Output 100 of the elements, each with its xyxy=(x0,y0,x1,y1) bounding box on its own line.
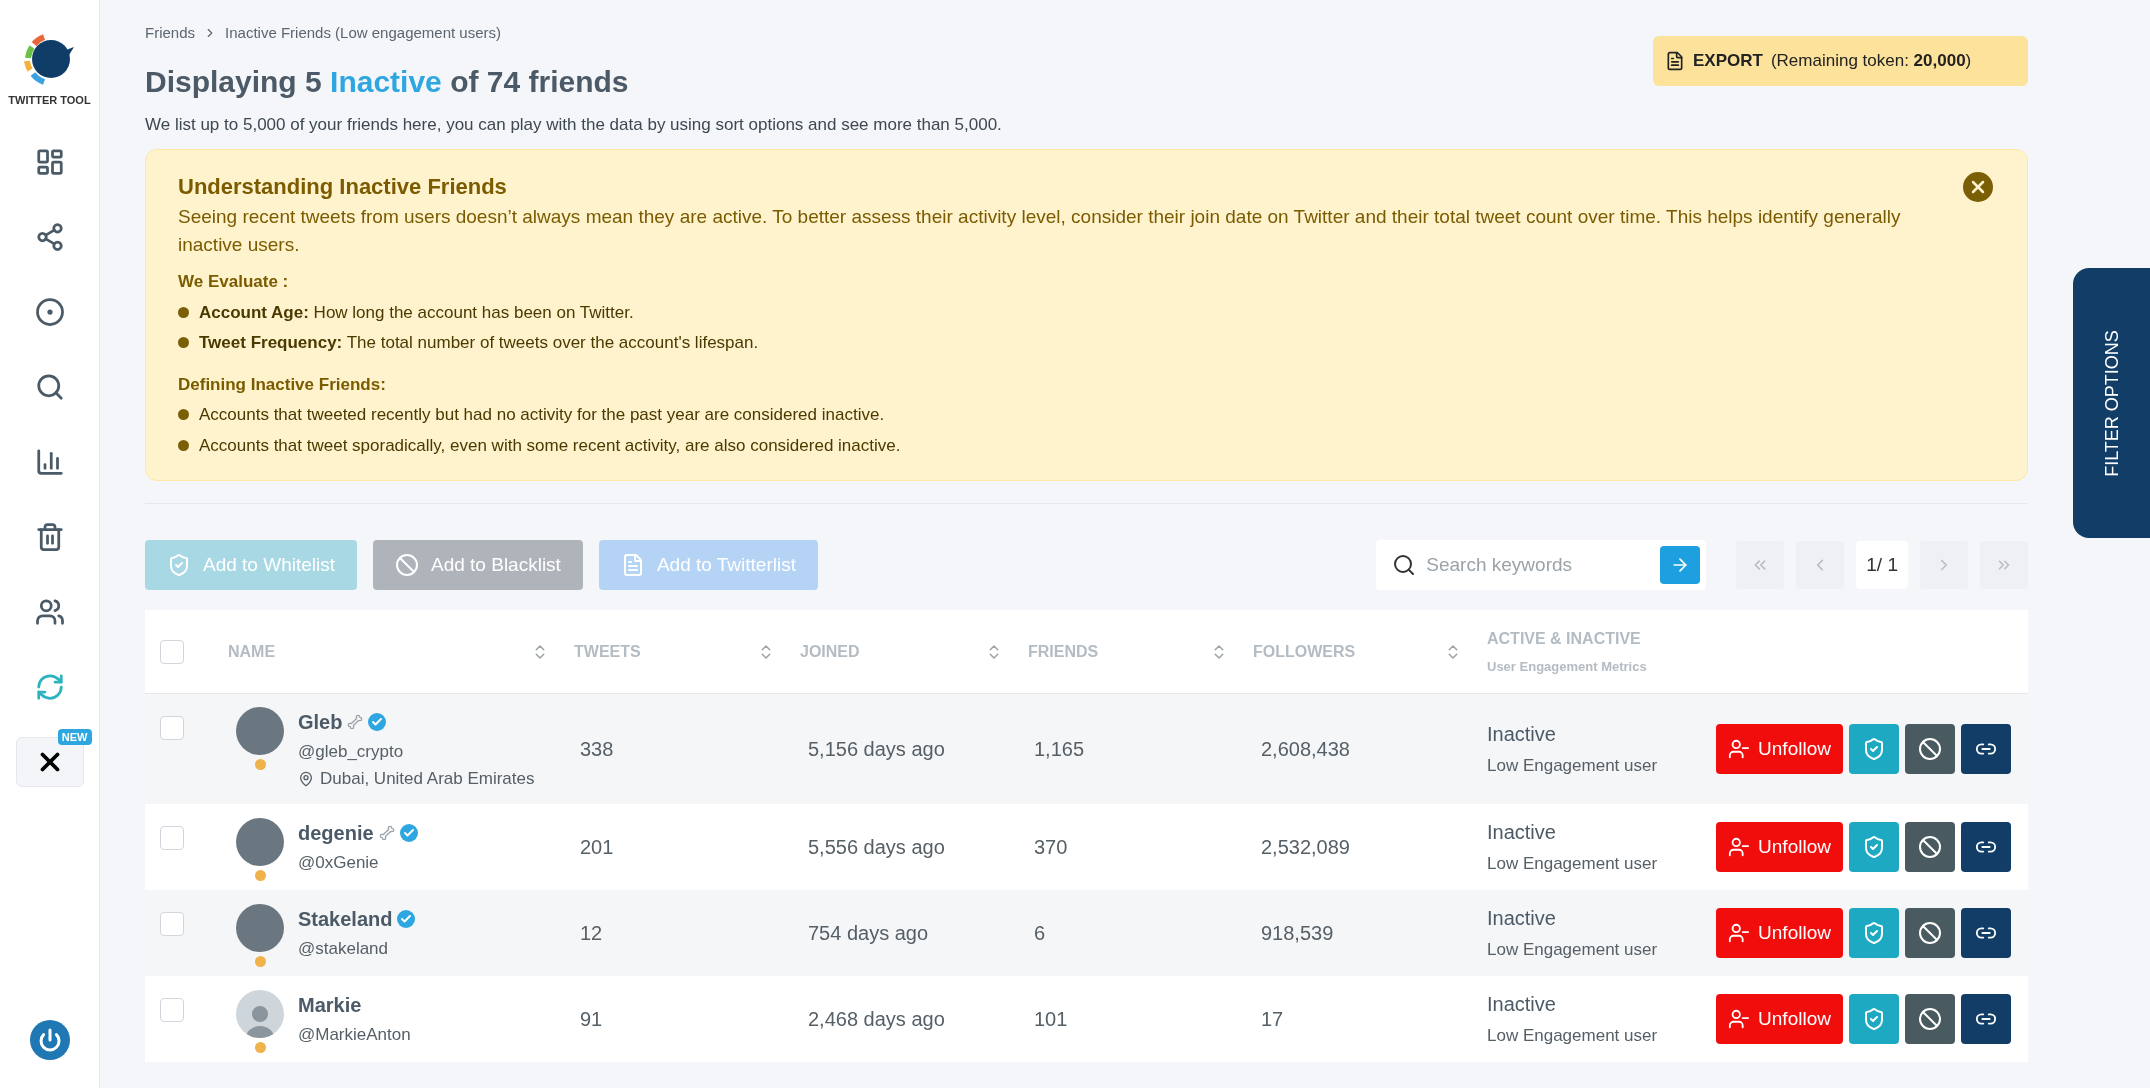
record-icon xyxy=(34,296,65,327)
row-checkbox[interactable] xyxy=(160,912,184,936)
page-indicator: 1/ 1 xyxy=(1856,541,1908,589)
shield-icon xyxy=(1862,835,1886,859)
bullet-text: Accounts that tweet sporadically, even with some recent activity, are also considered inactive. xyxy=(199,434,901,457)
user-handle: @gleb_crypto xyxy=(298,740,405,763)
network-icon xyxy=(34,221,65,252)
block-icon xyxy=(395,553,419,577)
followers-cell-text: 2,532,089 xyxy=(1260,835,1350,860)
joined-cell-text: 754 days ago xyxy=(807,921,929,946)
bullet-icon xyxy=(178,337,189,349)
search-input[interactable]: Search keywords xyxy=(1426,550,1651,580)
breadcrumb-link[interactable]: Friends xyxy=(145,22,196,45)
breadcrumb-current: Inactive Friends (Low engagement users) xyxy=(225,23,501,43)
blacklist-button[interactable] xyxy=(1905,994,1955,1044)
bullet-text: Accounts that tweeted recently but had no activity for the past year are considered inactive. xyxy=(199,404,885,426)
bullet-text: Tweet Frequency: The total number of tweets over the account's lifespan. xyxy=(199,332,759,354)
shield-icon xyxy=(1862,921,1886,945)
blacklist-button[interactable] xyxy=(1905,724,1955,774)
search-field[interactable]: Search keywords xyxy=(1376,540,1707,590)
export-button[interactable]: EXPORT (Remaining token: 20,000) xyxy=(1653,36,2028,86)
unfollow-button[interactable]: Unfollow xyxy=(1716,822,1843,872)
unfollow-button[interactable]: Unfollow xyxy=(1716,724,1843,774)
page-description: We list up to 5,000 of your friends here, you can play with the data by using sort options and see more than 5,000. xyxy=(145,113,1002,136)
user-minus-icon xyxy=(1728,922,1751,944)
tweets-cell-text: 338 xyxy=(579,737,614,762)
select-all-checkbox[interactable] xyxy=(160,639,184,664)
row-checkbox[interactable] xyxy=(160,826,184,850)
export-icon xyxy=(1665,51,1685,71)
followers-cell-text: 2,608,438 xyxy=(1260,737,1350,762)
search-submit-button[interactable] xyxy=(1660,546,1701,584)
bullet-icon xyxy=(178,439,189,451)
link-button[interactable] xyxy=(1961,994,2011,1044)
sync-clock-icon xyxy=(34,671,65,702)
bullet-icon xyxy=(178,306,189,318)
first-page-icon xyxy=(1754,558,1767,572)
joined-cell-text: 2,468 days ago xyxy=(807,1007,945,1032)
info-text: Seeing recent tweets from users doesn’t always mean they are active. To better assess their activity level, consider their join date on Twitter and their total tweet count over time. This helps identify generally inactive users. xyxy=(178,205,1902,257)
unfollow-button[interactable]: Unfollow xyxy=(1716,994,1843,1044)
friends-cell-text: 101 xyxy=(1033,1007,1068,1032)
friends-cell-text: 6 xyxy=(1033,921,1046,946)
link-button[interactable] xyxy=(1961,822,2011,872)
tweets-cell-text: 201 xyxy=(579,835,614,860)
user-handle: @MarkieAnton xyxy=(298,1024,411,1047)
status-text: Inactive xyxy=(1487,906,1557,932)
tweets-cell-text: 91 xyxy=(579,1007,603,1032)
engagement-text: Low Engagement user xyxy=(1487,755,1659,778)
blacklist-button[interactable] xyxy=(1905,908,1955,958)
user-minus-icon xyxy=(1728,1008,1751,1030)
shield-icon xyxy=(1862,1007,1886,1031)
whitelist-button[interactable] xyxy=(1849,994,1899,1044)
bullet-text: Account Age: How long the account has been on Twitter. xyxy=(199,301,634,324)
link-button[interactable] xyxy=(1961,724,2011,774)
user-location: Dubai, United Arab Emirates xyxy=(320,768,535,790)
shield-icon xyxy=(167,553,191,577)
engagement-text: Low Engagement user xyxy=(1487,853,1659,876)
logo-text: TWITTER TOOL xyxy=(8,93,91,108)
power-icon xyxy=(37,1028,62,1052)
engagement-text: Low Engagement user xyxy=(1487,1025,1659,1048)
whitelist-button[interactable] xyxy=(1849,822,1899,872)
people-icon xyxy=(34,596,65,627)
whitelist-button[interactable] xyxy=(1849,724,1899,774)
unfollow-button[interactable]: Unfollow xyxy=(1716,908,1843,958)
user-name[interactable]: Gleb xyxy=(298,706,343,737)
power-button[interactable] xyxy=(29,1020,70,1060)
filter-options-tab[interactable]: FILTER OPTIONS xyxy=(2073,268,2150,538)
info-title: Understanding Inactive Friends xyxy=(178,173,507,201)
new-badge: NEW xyxy=(57,728,92,745)
location-pin-icon xyxy=(298,770,314,787)
joined-cell-text: 5,156 days ago xyxy=(807,737,945,762)
user-name[interactable]: Markie xyxy=(298,990,362,1021)
block-icon xyxy=(1918,1007,1942,1031)
blacklist-button[interactable] xyxy=(1905,822,1955,872)
whitelist-button[interactable] xyxy=(1849,908,1899,958)
row-checkbox[interactable] xyxy=(160,998,184,1022)
block-icon xyxy=(1918,921,1942,945)
search-icon xyxy=(34,371,65,402)
user-handle: @0xGenie xyxy=(298,852,380,875)
followers-cell-text: 918,539 xyxy=(1260,921,1334,946)
page-title: Displaying 5 Inactive of 74 friends xyxy=(145,63,630,100)
column-subheader: User Engagement Metrics xyxy=(1487,657,1647,676)
engagement-text: Low Engagement user xyxy=(1487,939,1659,962)
friends-cell-text: 1,165 xyxy=(1033,737,1085,762)
bullet-icon xyxy=(178,409,189,421)
bar-chart-icon xyxy=(34,446,65,477)
joined-cell-text: 5,556 days ago xyxy=(807,835,945,860)
info-heading: Defining Inactive Friends: xyxy=(178,373,387,396)
friends-cell-text: 370 xyxy=(1033,835,1068,860)
status-text: Inactive xyxy=(1487,722,1557,748)
row-checkbox[interactable] xyxy=(160,716,184,740)
block-icon xyxy=(1918,737,1942,761)
user-name[interactable]: Stakeland xyxy=(298,904,393,935)
user-handle: @stakeland xyxy=(298,938,390,961)
status-text: Inactive xyxy=(1487,992,1557,1018)
close-button[interactable] xyxy=(1963,172,1993,202)
user-name[interactable]: degenie xyxy=(298,818,374,849)
user-minus-icon xyxy=(1728,738,1751,760)
followers-cell-text: 17 xyxy=(1260,1007,1284,1032)
link-button[interactable] xyxy=(1961,908,2011,958)
user-minus-icon xyxy=(1728,836,1751,858)
